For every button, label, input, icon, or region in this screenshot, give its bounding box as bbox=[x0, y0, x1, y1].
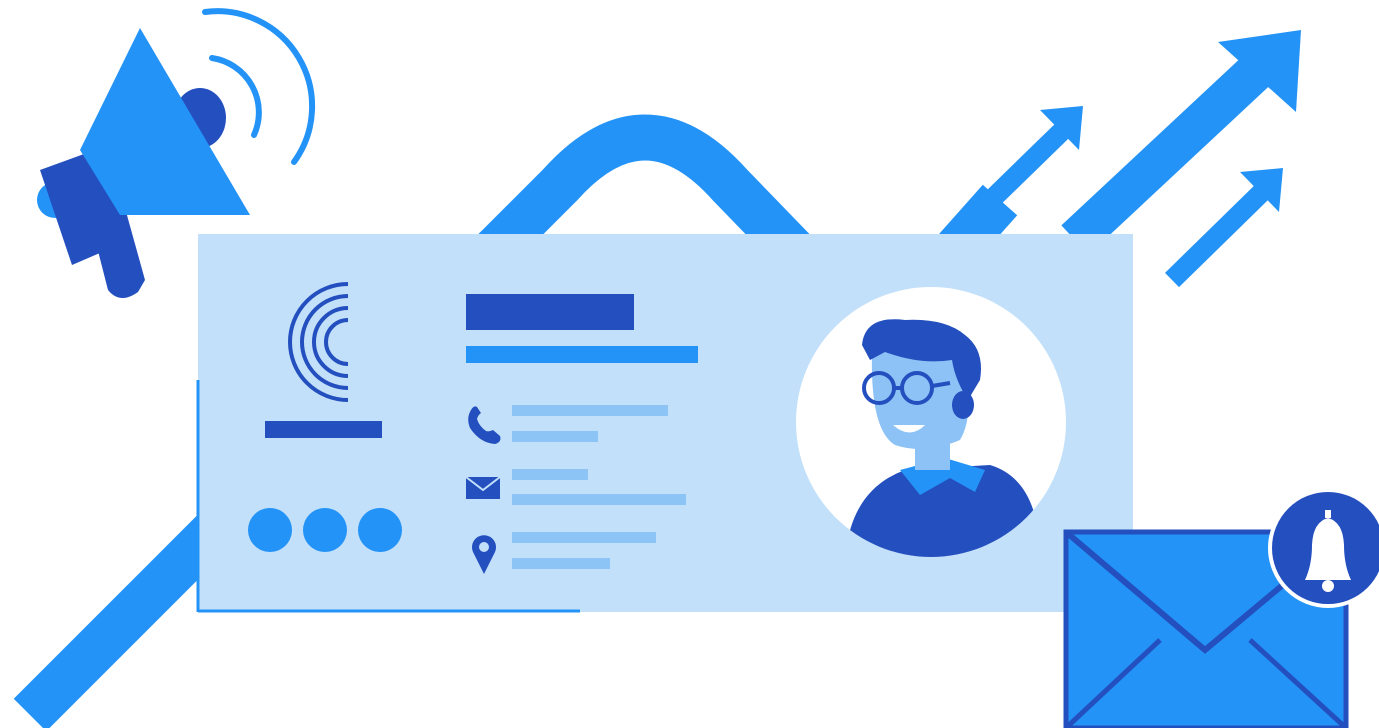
name-placeholder bbox=[466, 294, 634, 330]
mail-line-2 bbox=[512, 494, 686, 505]
mail-line-1 bbox=[512, 469, 588, 480]
location-line-2 bbox=[512, 558, 610, 569]
illustration-stage bbox=[0, 0, 1379, 728]
logo-underline bbox=[265, 421, 382, 438]
phone-line-1 bbox=[512, 405, 668, 416]
bell-icon bbox=[1268, 488, 1379, 608]
title-placeholder bbox=[466, 346, 698, 363]
dots-indicator bbox=[248, 508, 402, 552]
location-line-1 bbox=[512, 532, 656, 543]
mail-icon bbox=[465, 476, 501, 499]
phone-line-2 bbox=[512, 431, 598, 442]
business-card bbox=[196, 234, 1133, 613]
marketing-illustration bbox=[13, 8, 1379, 728]
